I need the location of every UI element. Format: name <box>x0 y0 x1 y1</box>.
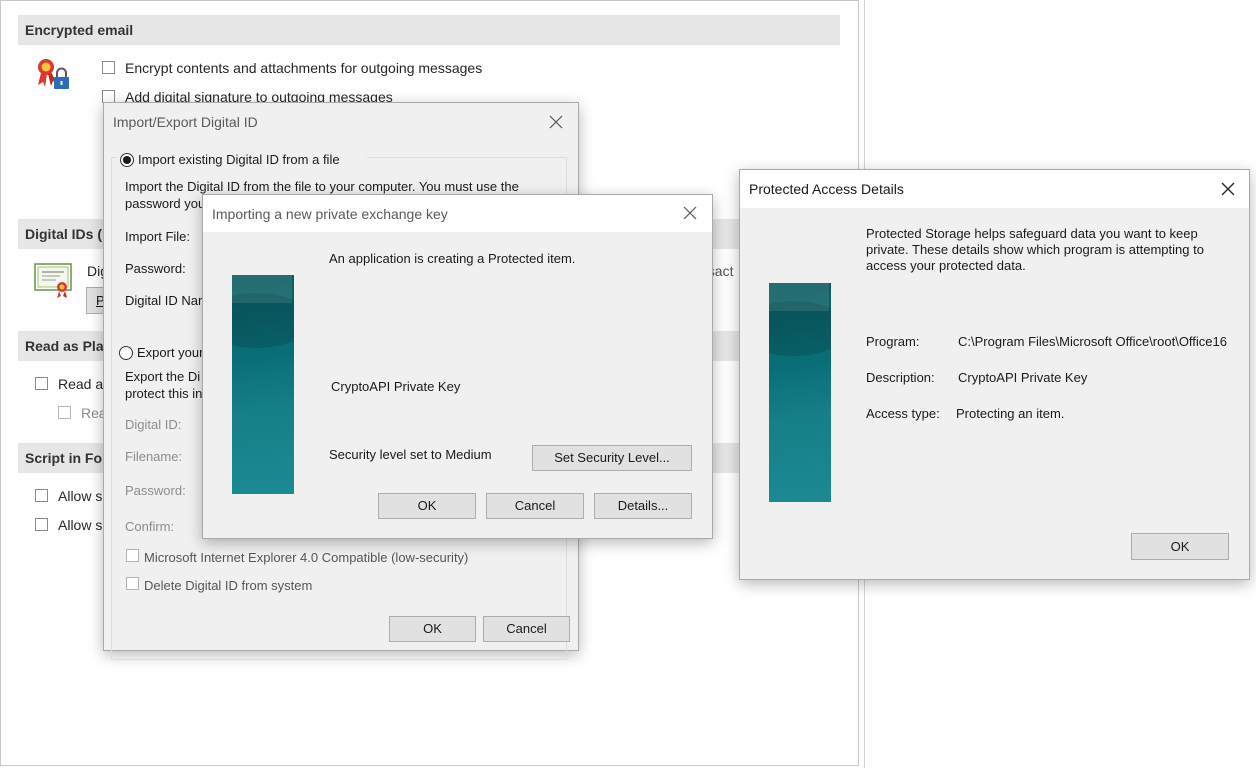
allow-script-1-label: Allow s <box>58 488 103 504</box>
password-label: Password: <box>125 261 186 276</box>
export-radio[interactable] <box>119 346 133 360</box>
security-level-text: Security level set to Medium <box>329 447 492 462</box>
allow-script-2-checkbox[interactable] <box>35 518 48 531</box>
import-export-cancel-button[interactable]: Cancel <box>483 616 570 642</box>
export-desc-line2: protect this in <box>125 386 203 401</box>
protected-desc-line2: private. These details show which progra… <box>866 242 1204 257</box>
protected-details-ok-button[interactable]: OK <box>1131 533 1229 560</box>
private-key-ok-button[interactable]: OK <box>378 493 476 519</box>
import-file-label: Import File: <box>125 229 191 244</box>
import-radio-label: Import existing Digital ID from a file <box>138 152 340 167</box>
protected-desc-line1: Protected Storage helps safeguard data y… <box>866 226 1198 241</box>
encrypt-checkbox[interactable] <box>102 61 115 74</box>
close-icon[interactable] <box>682 205 698 221</box>
protected-desc-line3: access your protected data. <box>866 258 1026 273</box>
confirm-label: Confirm: <box>125 519 175 534</box>
program-value: C:\Program Files\Microsoft Office\root\O… <box>958 334 1227 349</box>
encrypt-option-label: Encrypt contents and attachments for out… <box>125 60 483 76</box>
private-key-message: An application is creating a Protected i… <box>329 251 576 266</box>
close-icon[interactable] <box>1220 181 1236 197</box>
ie4-option-label: Microsoft Internet Explorer 4.0 Compatib… <box>144 550 469 565</box>
delete-id-checkbox[interactable] <box>126 577 139 590</box>
access-type-value: Protecting an item. <box>956 406 1065 421</box>
delete-id-label: Delete Digital ID from system <box>144 578 313 593</box>
protected-details-title: Protected Access Details <box>749 181 904 197</box>
certificate-document-icon <box>34 261 74 299</box>
protected-details-dialog: Protected Access Details Protected Stora… <box>739 169 1250 580</box>
description-value: CryptoAPI Private Key <box>958 370 1088 385</box>
ie4-checkbox[interactable] <box>126 549 139 562</box>
digital-id-label: Digital ID: <box>125 417 182 432</box>
export-radio-label: Export your <box>137 345 204 360</box>
export-desc-line1: Export the Di <box>125 369 201 384</box>
import-desc-line2: password you <box>125 196 206 211</box>
banner-image <box>769 283 831 502</box>
read-all-label: Read a <box>58 376 104 392</box>
details-button[interactable]: Details... <box>594 493 692 519</box>
import-radio-row[interactable]: Import existing Digital ID from a file <box>117 150 367 170</box>
private-key-item-name: CryptoAPI Private Key <box>331 379 461 394</box>
export-password-label: Password: <box>125 483 186 498</box>
banner-image <box>232 275 294 494</box>
import-desc-line1: Import the Digital ID from the file to y… <box>125 179 519 194</box>
encrypted-email-header: Encrypted email <box>18 15 840 45</box>
import-export-title: Import/Export Digital ID <box>113 114 258 130</box>
import-export-ok-button[interactable]: OK <box>389 616 476 642</box>
read-signed-checkbox[interactable] <box>58 406 71 419</box>
certificate-lock-icon <box>34 56 74 94</box>
filename-label: Filename: <box>125 449 183 464</box>
private-key-dialog: Importing a new private exchange key An … <box>202 194 713 539</box>
program-label: Program: <box>866 334 920 349</box>
digital-id-name-label: Digital ID Nar <box>125 293 203 308</box>
allow-script-1-checkbox[interactable] <box>35 489 48 502</box>
import-radio[interactable] <box>120 153 134 167</box>
read-all-checkbox[interactable] <box>35 377 48 390</box>
allow-script-2-label: Allow s <box>58 517 103 533</box>
access-type-label: Access type: <box>866 406 940 421</box>
description-label: Description: <box>866 370 935 385</box>
set-security-level-button[interactable]: Set Security Level... <box>532 445 692 471</box>
private-key-title: Importing a new private exchange key <box>212 206 448 222</box>
close-icon[interactable] <box>548 114 564 130</box>
private-key-cancel-button[interactable]: Cancel <box>486 493 584 519</box>
